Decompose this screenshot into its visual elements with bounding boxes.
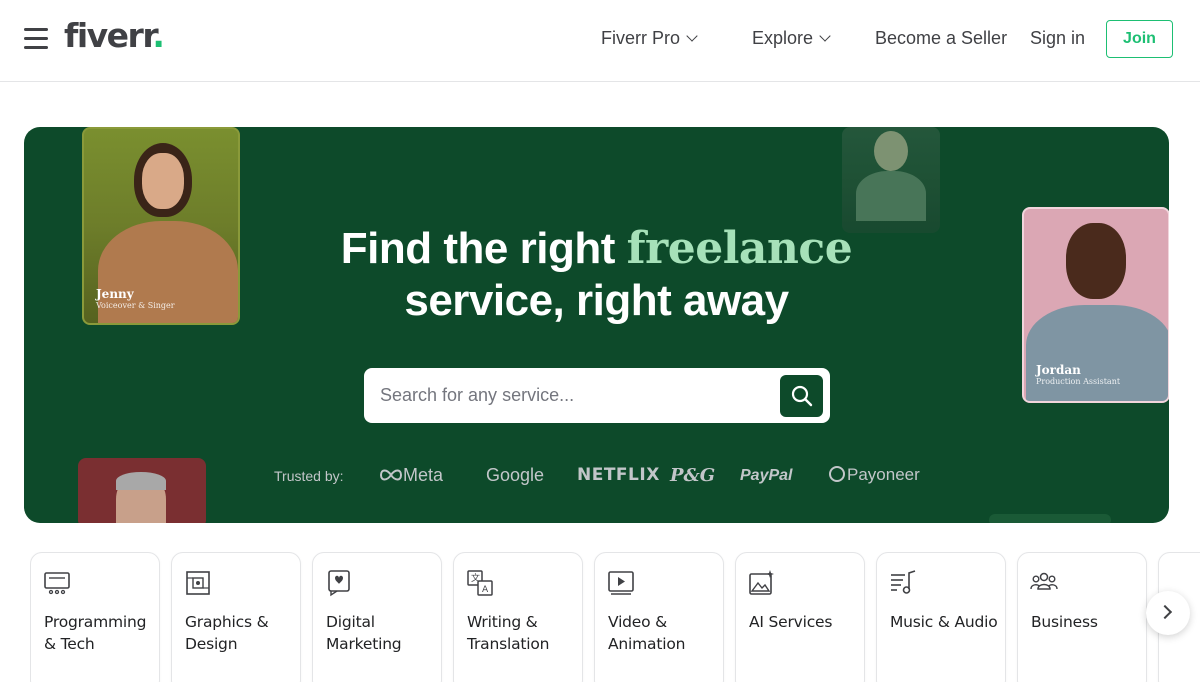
search-icon — [791, 385, 813, 407]
category-label: AI Services — [749, 613, 833, 631]
chevron-down-icon — [819, 30, 831, 42]
profile-role: Production Assistant — [1036, 377, 1121, 386]
svg-text:A: A — [482, 585, 489, 595]
people-icon — [1030, 572, 1058, 590]
category-label: Programming & Tech — [44, 613, 147, 653]
chevron-down-icon — [686, 30, 698, 42]
monitor-icon — [44, 572, 70, 595]
category-card[interactable]: AI Services — [735, 552, 865, 682]
brand-payoneer-logo: Payoneer — [829, 465, 920, 485]
nav-explore[interactable]: Explore — [752, 28, 831, 49]
search-bar — [364, 368, 830, 423]
profile-role: Voiceover & Singer — [96, 301, 175, 310]
decorative-bar — [989, 514, 1111, 523]
category-card[interactable]: Programming & Tech — [30, 552, 160, 682]
category-card[interactable]: Music & Audio — [876, 552, 1006, 682]
category-card[interactable]: Graphics & Design — [171, 552, 301, 682]
brand-netflix-logo: NETFLIX — [577, 465, 660, 485]
trusted-by-label: Trusted by: — [274, 468, 344, 484]
hero-title: Find the right freelance service, right … — [340, 223, 853, 325]
profile-card-bottom — [78, 458, 206, 523]
marketing-icon — [328, 570, 350, 597]
profile-card-jordan: Jordan Production Assistant — [1022, 207, 1169, 403]
category-label: Video & Animation — [608, 613, 686, 653]
category-label: Business — [1031, 613, 1098, 631]
category-card[interactable]: Business — [1017, 552, 1147, 682]
trusted-by-row: Trusted by: Meta Google NETFLIX P&G PayP… — [274, 465, 954, 489]
site-header: fiverr. Fiverr Pro Explore Become a Sell… — [0, 0, 1200, 82]
category-label: Graphics & Design — [185, 613, 269, 653]
category-label: Writing & Translation — [467, 613, 550, 653]
svg-text:文: 文 — [471, 572, 480, 584]
hero-banner: Jenny Voiceover & Singer Jordan Producti… — [24, 127, 1169, 523]
meta-infinity-icon — [379, 469, 403, 481]
design-frame-icon — [186, 571, 210, 595]
category-carousel: Programming & Tech Graphics & Design Dig… — [30, 552, 1200, 682]
nav-become-seller[interactable]: Become a Seller — [875, 28, 1007, 49]
profile-name: Jenny — [96, 287, 134, 301]
music-icon — [891, 570, 916, 594]
search-input[interactable] — [380, 376, 770, 414]
category-card[interactable]: Video & Animation — [594, 552, 724, 682]
category-label: Digital Marketing — [326, 613, 402, 653]
hero-title-highlight: freelance — [626, 223, 853, 274]
fiverr-logo[interactable]: fiverr. — [64, 16, 165, 55]
profile-name: Jordan — [1036, 363, 1081, 377]
brand-google-logo: Google — [486, 465, 545, 485]
translation-icon: 文 A — [467, 570, 493, 596]
join-button[interactable]: Join — [1106, 20, 1173, 58]
ai-image-icon — [749, 570, 774, 595]
payoneer-ring-icon — [829, 466, 845, 482]
brand-paypal-logo: PayPal — [740, 467, 793, 484]
nav-fiverr-pro[interactable]: Fiverr Pro — [601, 28, 698, 49]
profile-card-jenny: Jenny Voiceover & Singer — [82, 127, 240, 325]
video-icon — [608, 571, 634, 595]
chevron-right-icon — [1157, 604, 1173, 620]
category-card[interactable]: 文 A Writing & Translation — [453, 552, 583, 682]
search-button[interactable] — [780, 375, 823, 417]
brand-meta-logo: Meta — [379, 465, 443, 486]
carousel-next-button[interactable] — [1146, 591, 1190, 635]
category-label: Music & Audio — [890, 613, 998, 631]
hamburger-menu-icon[interactable] — [24, 28, 48, 50]
nav-sign-in[interactable]: Sign in — [1030, 28, 1085, 49]
brand-pg-logo: P&G — [670, 465, 716, 486]
profile-card-top — [842, 127, 940, 233]
category-card[interactable]: Digital Marketing — [312, 552, 442, 682]
